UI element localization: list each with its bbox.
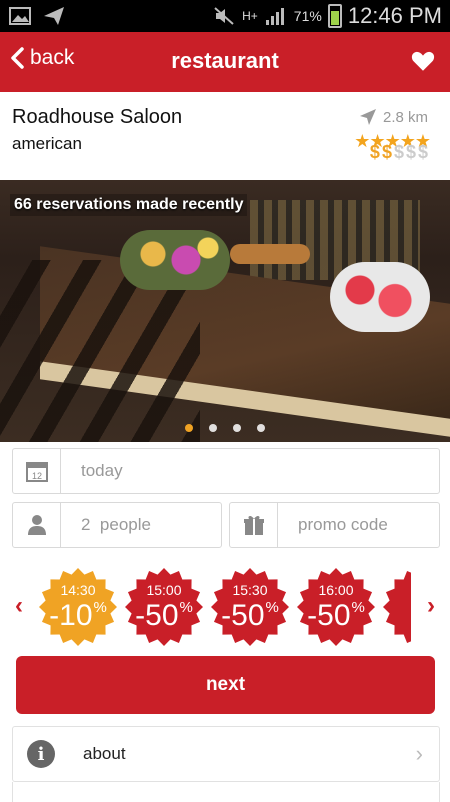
price-dollar-icon: $ <box>393 142 404 162</box>
signal-icon <box>264 4 288 28</box>
promo-code-placeholder: promo code <box>298 515 388 534</box>
price-dollar-icon: $ <box>417 142 428 162</box>
mute-icon <box>212 4 236 28</box>
slot-discount-unit: % <box>265 599 279 616</box>
info-icon: i <box>27 740 55 768</box>
slot-discount: -50% <box>124 599 204 633</box>
gallery-notification-icon <box>8 4 32 28</box>
restaurant-photo[interactable]: 66 reservations made recently <box>0 180 450 442</box>
slot-time: 16:00 <box>318 582 354 598</box>
photo-roses <box>330 262 430 332</box>
booking-form: 12 today 2 people promo code ‹ 14:30 -10%… <box>0 442 450 802</box>
distance: 2.8 km <box>359 108 428 126</box>
clock: 12:46 PM <box>347 3 442 28</box>
promo-code-field[interactable]: promo code <box>229 502 440 548</box>
slot-discount-unit: % <box>179 599 193 616</box>
time-slot[interactable]: 14:30 -10% <box>38 568 118 646</box>
date-value: today <box>81 461 123 480</box>
svg-text:12: 12 <box>31 471 41 481</box>
photo-beer-tap <box>230 244 310 264</box>
person-icon <box>13 503 61 547</box>
slot-discount: -10% <box>38 599 118 633</box>
slot-discount: -50% <box>296 599 376 633</box>
date-field[interactable]: 12 today <box>12 448 440 494</box>
time-slot-partial[interactable] <box>382 568 411 646</box>
send-notification-icon <box>42 4 66 28</box>
network-type: H+ <box>242 9 258 23</box>
pager-dot[interactable] <box>185 424 193 432</box>
people-label: people <box>99 515 151 534</box>
slot-discount-value: -50 <box>307 599 351 632</box>
slot-discount-unit: % <box>351 599 365 616</box>
slot-time: 15:00 <box>146 582 182 598</box>
price-dollar-icon: $ <box>381 142 392 162</box>
page-title: restaurant <box>171 48 279 73</box>
favorite-heart-icon[interactable] <box>410 48 436 74</box>
slot-discount-value: -10 <box>49 599 93 632</box>
time-slot[interactable]: 16:00 -50% <box>296 568 376 646</box>
about-row[interactable]: i about › <box>12 726 440 782</box>
time-slots-list: 14:30 -10% 15:00 -50% 15:30 -50% 16:00 -50% <box>36 568 411 646</box>
about-label: about <box>83 744 126 763</box>
restaurant-cuisine: american <box>12 134 82 153</box>
reservations-caption: 66 reservations made recently <box>10 194 248 216</box>
restaurant-name: Roadhouse Saloon <box>12 106 183 128</box>
restaurant-header: Roadhouse Saloon american 2.8 km ★★★★★ $… <box>0 92 450 180</box>
next-button[interactable]: next <box>16 656 435 714</box>
app-bar: back restaurant <box>0 32 450 92</box>
star-icon: ★ <box>354 131 370 151</box>
calendar-icon: 12 <box>13 449 61 493</box>
location-arrow-icon <box>359 109 376 125</box>
slots-prev-arrow-icon[interactable]: ‹ <box>10 592 28 619</box>
photo-flowers <box>120 230 230 290</box>
slot-discount-value: -50 <box>135 599 179 632</box>
time-slot[interactable]: 15:30 -50% <box>210 568 290 646</box>
slot-time: 15:30 <box>232 582 268 598</box>
price-level: $ $ $ $ $ <box>370 142 428 163</box>
chevron-right-icon: › <box>415 741 423 766</box>
time-slots: ‹ 14:30 -10% 15:00 -50% 15:30 -50% 16:00 -50% › <box>0 568 450 646</box>
slot-discount-unit: % <box>93 599 107 616</box>
discount-badge-icon <box>383 570 411 644</box>
time-slot[interactable]: 15:00 -50% <box>124 568 204 646</box>
battery-percent: 71% <box>293 8 322 24</box>
status-bar: H+ 71% 12:46 PM <box>0 0 450 32</box>
battery-icon <box>327 4 342 28</box>
pager-dot[interactable] <box>209 424 217 432</box>
gift-icon <box>230 503 278 547</box>
photo-pager[interactable] <box>0 424 450 432</box>
slot-time: 14:30 <box>60 582 96 598</box>
pager-dot[interactable] <box>257 424 265 432</box>
people-value: 2 people <box>61 515 151 535</box>
distance-value: 2.8 km <box>382 108 428 126</box>
next-list-row <box>12 782 440 802</box>
people-field[interactable]: 2 people <box>12 502 222 548</box>
price-dollar-icon: $ <box>369 142 380 162</box>
slots-next-arrow-icon[interactable]: › <box>422 592 440 619</box>
slot-discount-value: -50 <box>221 599 265 632</box>
people-count: 2 <box>81 515 91 534</box>
slot-discount: -50% <box>210 599 290 633</box>
price-dollar-icon: $ <box>405 142 416 162</box>
pager-dot[interactable] <box>233 424 241 432</box>
